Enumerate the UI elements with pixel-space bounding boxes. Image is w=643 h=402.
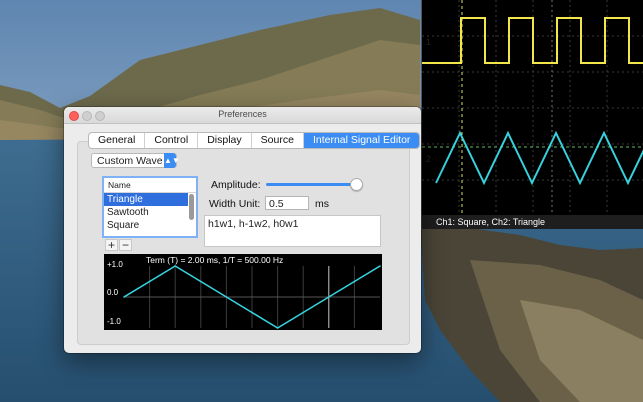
list-item-sawtooth[interactable]: Sawtooth [104,206,188,219]
tab-display[interactable]: Display [198,133,252,148]
tab-internal-signal-editor[interactable]: Internal Signal Editor [303,133,420,148]
oscilloscope-display: 1 2 Ch1: Square, Ch2: Triangle [421,0,643,229]
waveform-point [302,311,304,314]
ch1-marker: 1 [426,37,432,47]
waveform-point [123,296,125,298]
amplitude-label: Amplitude: [211,179,261,191]
width-unit-label: Width Unit: [209,198,261,210]
y-tick-mid: 0.0 [107,288,119,297]
tab-source[interactable]: Source [252,133,304,148]
list-buttons: + − [105,239,133,251]
wave-mode-value: Custom Wave [97,155,163,167]
waveform-point [148,280,151,283]
list-scrollbar[interactable] [189,194,194,220]
add-signal-button[interactable]: + [105,239,118,251]
window-title: Preferences [218,109,267,119]
window-titlebar[interactable]: Preferences [64,107,421,124]
waveform-period-header: Term (T) = 2.00 ms, 1/T = 500.00 Hz [146,255,284,265]
waveform-point [353,280,356,283]
waveform-point [200,280,202,283]
list-header-name[interactable]: Name [104,178,196,193]
list-item-square[interactable]: Square [104,219,188,232]
oscilloscope-grid [422,0,643,215]
preferences-window: Preferences General Control Display Sour… [64,107,421,353]
remove-signal-button[interactable]: − [119,239,132,251]
width-unit-suffix: ms [315,198,329,210]
tab-general[interactable]: General [89,133,146,148]
preferences-tabbar: General Control Display Source Internal … [88,132,421,149]
scope-status-bar: Ch1: Square, Ch2: Triangle [422,215,643,229]
waveform-point [174,265,176,267]
waveform-point [328,296,330,298]
waveform-point [225,296,228,298]
y-tick-top: +1.0 [107,260,123,269]
formula-textarea[interactable]: h1w1, h-1w2, h0w1 [204,215,381,247]
width-unit-input[interactable]: 0.5 [265,196,309,210]
ch2-marker: 2 [426,154,432,164]
waveform-point [251,311,253,314]
signal-list[interactable]: Name Triangle Sawtooth Square [102,176,198,238]
y-tick-bottom: -1.0 [107,317,121,326]
ch2-triangle-trace [435,130,643,186]
waveform-point [276,327,279,329]
waveform-preview: Term (T) = 2.00 ms, 1/T = 500.00 Hz +1.0… [104,254,382,330]
updown-chevron-icon: ▲▼ [164,153,180,168]
amplitude-slider-track[interactable] [266,183,358,186]
wave-mode-select[interactable]: Custom Wave ▲▼ [91,153,180,168]
ch1-square-trace [422,17,643,64]
list-item-triangle[interactable]: Triangle [104,193,188,206]
amplitude-slider-knob[interactable] [350,178,363,191]
waveform-point [379,265,381,267]
tab-control[interactable]: Control [145,133,199,148]
waveform-preview-plot [123,265,381,329]
